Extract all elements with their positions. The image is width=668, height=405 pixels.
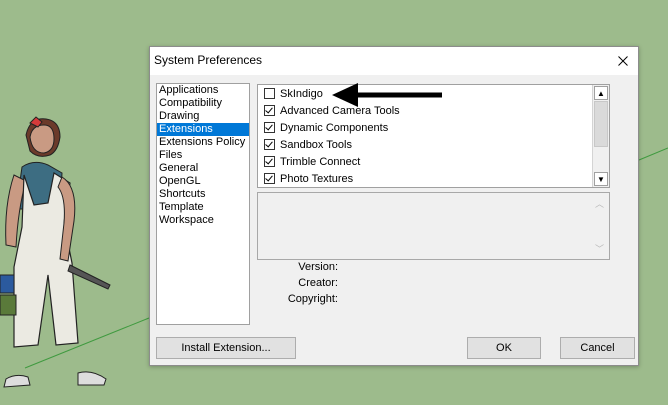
dialog-titlebar[interactable]: System Preferences bbox=[150, 47, 638, 75]
extension-label: SkIndigo bbox=[280, 87, 323, 100]
category-list[interactable]: Applications Compatibility Drawing Exten… bbox=[156, 83, 250, 325]
creator-label: Creator: bbox=[298, 277, 338, 289]
extension-item-photo-textures[interactable]: Photo Textures bbox=[258, 170, 609, 187]
extension-item-dynamic-components[interactable]: Dynamic Components bbox=[258, 119, 609, 136]
version-label: Version: bbox=[298, 261, 338, 273]
extension-checkbox[interactable] bbox=[264, 122, 275, 133]
category-item-extensions-policy[interactable]: Extensions Policy bbox=[157, 136, 249, 149]
copyright-label: Copyright: bbox=[287, 293, 338, 305]
category-item-extensions[interactable]: Extensions bbox=[157, 123, 249, 136]
extension-item-sandbox-tools[interactable]: Sandbox Tools bbox=[258, 136, 609, 153]
extension-checkbox[interactable] bbox=[264, 173, 275, 184]
triangle-down-icon: ▼ bbox=[597, 174, 605, 184]
category-item-compatibility[interactable]: Compatibility bbox=[157, 97, 249, 110]
category-item-opengl[interactable]: OpenGL bbox=[157, 175, 249, 188]
category-item-template[interactable]: Template bbox=[157, 201, 249, 214]
dialog-title: System Preferences bbox=[154, 53, 263, 67]
extension-label: Sandbox Tools bbox=[280, 138, 352, 151]
extension-checkbox[interactable] bbox=[264, 156, 275, 167]
category-item-files[interactable]: Files bbox=[157, 149, 249, 162]
extensions-scrollbar[interactable]: ▲ ▼ bbox=[592, 85, 609, 187]
triangle-up-icon: ▲ bbox=[597, 88, 605, 98]
install-extension-button[interactable]: Install Extension... bbox=[156, 337, 296, 359]
category-item-shortcuts[interactable]: Shortcuts bbox=[157, 188, 249, 201]
close-button[interactable] bbox=[608, 47, 638, 75]
category-item-drawing[interactable]: Drawing bbox=[157, 110, 249, 123]
scroll-up-button[interactable]: ▲ bbox=[594, 86, 608, 100]
chevron-up-icon: ︿ bbox=[594, 199, 604, 209]
ok-button[interactable]: OK bbox=[467, 337, 541, 359]
extension-item-trimble-connect[interactable]: Trimble Connect bbox=[258, 153, 609, 170]
scrollbar-thumb[interactable] bbox=[594, 101, 608, 147]
chevron-down-icon: ﹀ bbox=[594, 244, 604, 254]
extension-label: Trimble Connect bbox=[280, 155, 361, 168]
cancel-button[interactable]: Cancel bbox=[560, 337, 635, 359]
category-item-applications[interactable]: Applications bbox=[157, 84, 249, 97]
category-item-workspace[interactable]: Workspace bbox=[157, 214, 249, 227]
extension-description-box[interactable]: ︿ ﹀ bbox=[257, 192, 610, 260]
scale-figure-image bbox=[0, 116, 111, 388]
scroll-down-button[interactable]: ▼ bbox=[594, 172, 608, 186]
extension-checkbox[interactable] bbox=[264, 88, 275, 99]
category-item-general[interactable]: General bbox=[157, 162, 249, 175]
extension-checkbox[interactable] bbox=[264, 139, 275, 150]
annotation-arrow-icon bbox=[332, 83, 442, 107]
close-icon bbox=[618, 56, 628, 66]
extension-label: Photo Textures bbox=[280, 172, 354, 185]
extension-checkbox[interactable] bbox=[264, 105, 275, 116]
extension-label: Dynamic Components bbox=[280, 121, 389, 134]
